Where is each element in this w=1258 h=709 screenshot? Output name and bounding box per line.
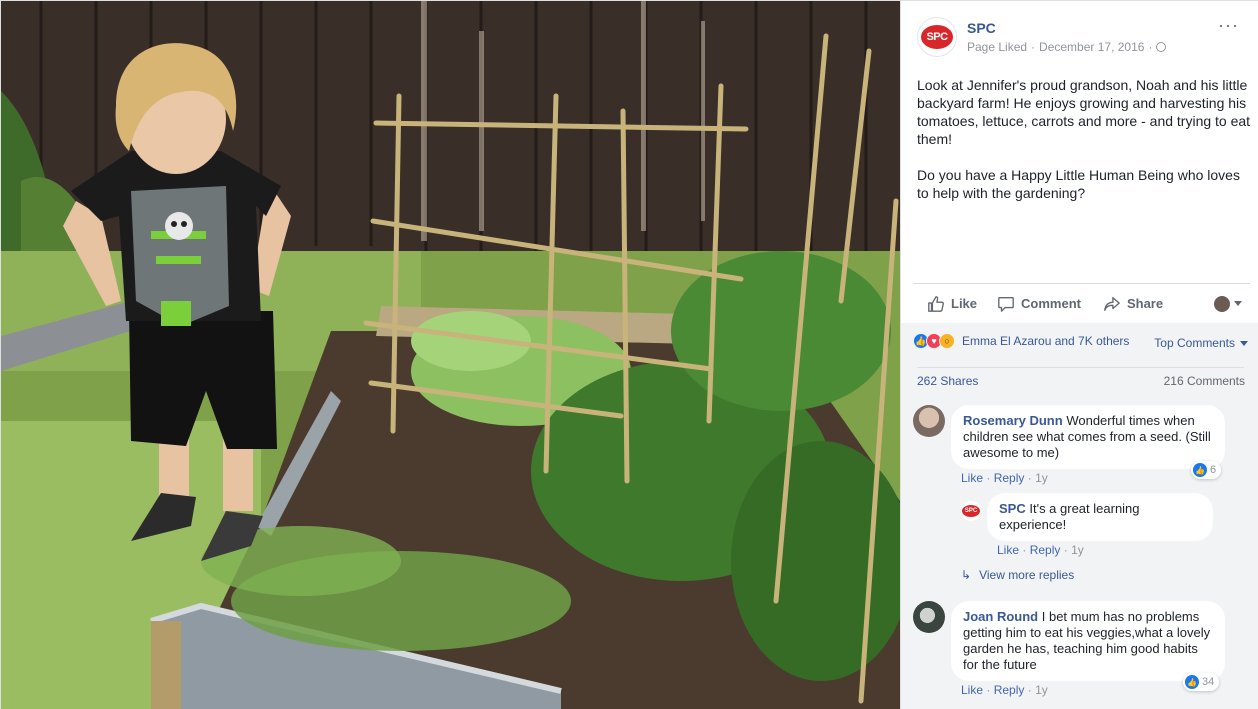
comment-bubble: Rosemary Dunn Wonderful times when child…	[951, 405, 1225, 469]
comments-count[interactable]: 216 Comments	[1164, 374, 1245, 388]
chevron-down-icon	[1240, 340, 1248, 346]
sort-label: Top Comments	[1154, 336, 1235, 350]
comment-icon	[998, 296, 1014, 312]
post-meta: Page Liked · December 17, 2016 ·	[967, 40, 1167, 54]
garden-photo-illustration	[1, 1, 900, 709]
comments-section: 👍 ♥ ○ Emma El Azarou and 7K others Top C…	[901, 323, 1258, 709]
like-label: Like	[951, 296, 978, 311]
comment-actions: Like · Reply · 1y	[961, 683, 1048, 697]
comment-like-link[interactable]: Like	[961, 683, 983, 697]
avatar[interactable]: SPC	[961, 501, 981, 521]
comment-label: Comment	[1021, 296, 1081, 311]
comment-author[interactable]: Joan Round	[963, 609, 1038, 624]
share-icon	[1104, 296, 1120, 311]
facebook-photo-viewer: SPC SPC Page Liked · December 17, 2016 ·…	[0, 0, 1258, 709]
view-more-replies-link[interactable]: ↳ View more replies	[961, 568, 1074, 582]
avatar[interactable]	[913, 601, 945, 633]
reaction-summary[interactable]: 👍 ♥ ○ Emma El Azarou and 7K others	[913, 333, 1129, 349]
like-reaction-icon: 👍	[1185, 675, 1199, 689]
comment-like-link[interactable]: Like	[997, 543, 1019, 557]
like-button[interactable]: Like	[917, 284, 987, 324]
more-icon[interactable]: ···	[1218, 15, 1239, 36]
reaction-count: 6	[1210, 464, 1217, 476]
post-paragraph: Do you have a Happy Little Human Being w…	[917, 167, 1240, 201]
post-date[interactable]: December 17, 2016	[1039, 40, 1144, 54]
comment-reactions-badge[interactable]: 👍 6	[1191, 461, 1222, 479]
page-avatar[interactable]: SPC	[917, 17, 957, 57]
comment-actions: Like · Reply · 1y	[997, 543, 1084, 557]
share-button[interactable]: Share	[1093, 284, 1173, 324]
reaction-count: 34	[1202, 676, 1215, 688]
post-photo[interactable]	[1, 1, 900, 709]
reply-arrow-icon: ↳	[961, 568, 972, 582]
chevron-down-icon	[1234, 301, 1242, 306]
comment-time[interactable]: 1y	[1071, 543, 1084, 557]
comment-reply-link[interactable]: Reply	[994, 471, 1025, 485]
comment-reply-link[interactable]: Reply	[1030, 543, 1061, 557]
share-label: Share	[1126, 296, 1164, 311]
comment-author[interactable]: SPC	[999, 501, 1026, 516]
comment-time[interactable]: 1y	[1035, 471, 1048, 485]
meta-separator: ·	[1148, 40, 1153, 54]
post-side-panel: SPC SPC Page Liked · December 17, 2016 ·…	[900, 1, 1258, 709]
comment-reply-link[interactable]: Reply	[994, 683, 1025, 697]
post-action-bar: Like Comment Share	[913, 283, 1250, 323]
divider	[917, 367, 1244, 368]
comment-like-link[interactable]: Like	[961, 471, 983, 485]
post-body: Look at Jennifer's proud grandson, Noah …	[917, 76, 1252, 220]
like-icon	[928, 295, 944, 312]
identity-selector[interactable]	[1214, 295, 1250, 312]
reply-bubble: SPC It's a great learning experience!	[987, 493, 1213, 541]
meta-separator: ·	[1031, 40, 1036, 54]
comment-author[interactable]: Rosemary Dunn	[963, 413, 1063, 428]
shares-count[interactable]: 262 Shares	[917, 374, 978, 388]
comment-actions: Like · Reply · 1y	[961, 471, 1048, 485]
post-paragraph: Look at Jennifer's proud grandson, Noah …	[917, 77, 1251, 147]
like-reaction-icon: 👍	[1193, 463, 1207, 477]
reactions-text[interactable]: Emma El Azarou and 7K others	[962, 334, 1129, 348]
page-name-link[interactable]: SPC	[967, 20, 996, 36]
spc-logo: SPC	[962, 505, 980, 517]
globe-icon	[1156, 42, 1167, 52]
comment-sort-dropdown[interactable]: Top Comments	[1154, 336, 1248, 350]
page-liked-status[interactable]: Page Liked	[967, 40, 1027, 54]
comment-button[interactable]: Comment	[987, 284, 1091, 324]
comment-bubble: Joan Round I bet mum has no problems get…	[951, 601, 1225, 681]
view-more-replies-label: View more replies	[979, 568, 1075, 582]
wow-reaction-icon: ○	[939, 333, 955, 349]
spc-logo: SPC	[921, 25, 953, 49]
identity-avatar	[1214, 295, 1230, 312]
comment-time[interactable]: 1y	[1035, 683, 1048, 697]
avatar[interactable]	[913, 405, 945, 437]
comment-reactions-badge[interactable]: 👍 34	[1183, 673, 1220, 691]
